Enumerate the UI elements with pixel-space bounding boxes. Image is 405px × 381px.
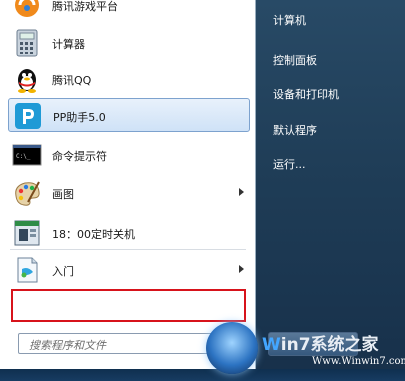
shutdown-timer-icon <box>12 218 42 248</box>
menu-item-shutdown-timer[interactable]: 18：00定时关机 <box>8 216 250 250</box>
all-programs-highlight-box[interactable] <box>11 289 246 322</box>
menu-item-getting-started[interactable]: 入门 <box>8 253 250 287</box>
qq-penguin-icon <box>12 64 42 94</box>
pp-assistant-icon <box>13 101 43 131</box>
right-item-run[interactable]: 运行... <box>273 156 306 172</box>
menu-separator <box>10 249 246 250</box>
menu-item-label: 腾讯QQ <box>52 74 92 87</box>
start-menu-programs-pane: 腾讯游戏平台 计算器 腾讯QQ PP助手5.0 C:\_ 命令提示符 画图 18… <box>0 0 256 381</box>
paint-palette-icon <box>12 178 42 208</box>
right-item-control-panel[interactable]: 控制面板 <box>273 52 317 68</box>
svg-text:C:\_: C:\_ <box>16 153 31 160</box>
menu-item-label: 画图 <box>52 188 74 201</box>
menu-item-tencent-game[interactable]: 腾讯游戏平台 <box>8 0 250 22</box>
menu-item-command-prompt[interactable]: C:\_ 命令提示符 <box>8 138 250 172</box>
menu-item-calculator[interactable]: 计算器 <box>8 26 250 60</box>
menu-item-label: 入门 <box>52 265 74 278</box>
menu-item-label: 18：00定时关机 <box>52 228 135 241</box>
calculator-icon <box>12 28 42 58</box>
menu-item-label: 命令提示符 <box>52 150 107 163</box>
right-pane: 计算机 控制面板 设备和打印机 默认程序 运行... <box>255 0 405 381</box>
menu-item-label: PP助手5.0 <box>53 111 106 124</box>
watermark-url: Www.Winwin7.com <box>312 356 405 367</box>
right-item-devices-printers[interactable]: 设备和打印机 <box>273 86 339 102</box>
menu-item-pp-assistant[interactable]: PP助手5.0 <box>8 98 250 132</box>
menu-item-label: 腾讯游戏平台 <box>52 0 118 13</box>
right-item-default-programs[interactable]: 默认程序 <box>273 122 317 138</box>
tencent-game-icon <box>12 0 42 20</box>
menu-item-label: 计算器 <box>52 38 85 51</box>
right-item-computer[interactable]: 计算机 <box>273 12 306 28</box>
watermark-brand: Win7系统之家 <box>262 335 379 355</box>
menu-item-paint[interactable]: 画图 <box>8 176 250 210</box>
submenu-arrow-icon <box>239 188 244 196</box>
submenu-arrow-icon <box>239 265 244 273</box>
command-prompt-icon: C:\_ <box>12 140 42 170</box>
watermark: Win7系统之家 Www.Winwin7.com <box>246 330 405 374</box>
getting-started-icon <box>12 255 42 285</box>
menu-item-tencent-qq[interactable]: 腾讯QQ <box>8 62 250 96</box>
